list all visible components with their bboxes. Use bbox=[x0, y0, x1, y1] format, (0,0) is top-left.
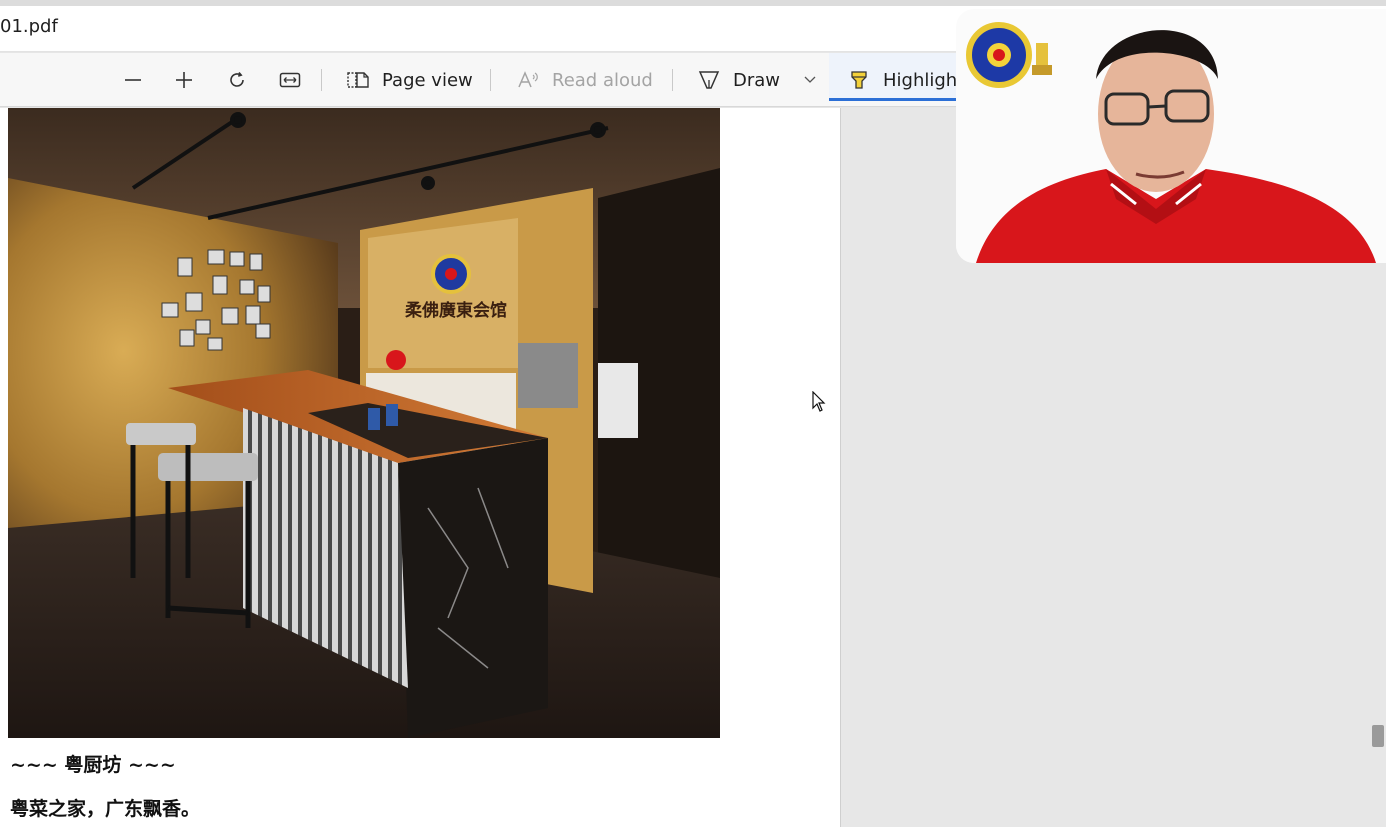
draw-label: Draw bbox=[733, 69, 781, 91]
draw-pen-icon bbox=[698, 71, 720, 89]
chevron-down-icon bbox=[804, 76, 816, 83]
page-view-label: Page view bbox=[382, 69, 473, 91]
read-aloud-label: Read aloud bbox=[552, 69, 653, 91]
draw-button[interactable]: Draw bbox=[697, 65, 780, 95]
page-view-button[interactable]: Page view bbox=[346, 65, 473, 95]
minus-icon bbox=[125, 79, 141, 81]
photo-plant-pot-1 bbox=[368, 408, 380, 430]
read-aloud-icon bbox=[518, 71, 538, 88]
video-logo-emblem bbox=[966, 22, 1032, 88]
highlighter-icon bbox=[851, 71, 867, 89]
highlight-label: Highligh bbox=[883, 69, 958, 91]
file-title: 01.pdf bbox=[0, 16, 58, 37]
doc-caption-heading: ~~~ 粤厨坊 ~~~ bbox=[10, 754, 176, 776]
fit-width-icon bbox=[279, 72, 301, 88]
vertical-scrollbar-thumb[interactable] bbox=[1372, 725, 1384, 747]
toolbar-separator bbox=[490, 69, 491, 91]
pdf-page: 柔佛廣東会馆 ~~~ 粤厨坊 ~~~ 粤菜之家，广东飘香。 bbox=[0, 108, 840, 827]
pdf-viewer-window: 01.pdf Page view Read aloud Draw Highlig… bbox=[0, 0, 1386, 827]
kitchen-photo: 柔佛廣東会馆 bbox=[8, 108, 720, 738]
photo-back-panel-glow bbox=[368, 218, 518, 368]
read-aloud-button[interactable]: Read aloud bbox=[516, 65, 653, 95]
mouse-pointer-icon bbox=[812, 390, 826, 417]
photo-oven bbox=[518, 343, 578, 408]
toolbar-separator bbox=[672, 69, 673, 91]
zoom-in-button[interactable] bbox=[169, 65, 199, 95]
highlight-button[interactable]: Highligh bbox=[829, 53, 969, 101]
fit-width-button[interactable] bbox=[275, 65, 305, 95]
photo-plant-pot-2 bbox=[386, 404, 398, 426]
rotate-icon bbox=[230, 71, 244, 87]
photo-sign-logo-center bbox=[445, 268, 457, 280]
toolbar-separator bbox=[321, 69, 322, 91]
photo-fridge bbox=[598, 363, 638, 438]
highlight-button-content: Highligh bbox=[847, 65, 957, 95]
photo-stool-seat-2 bbox=[158, 453, 258, 481]
zoom-out-button[interactable] bbox=[118, 65, 148, 95]
photo-stool-seat-1 bbox=[126, 423, 196, 445]
page-view-icon bbox=[347, 72, 369, 88]
webcam-video-overlay[interactable] bbox=[956, 9, 1386, 263]
plus-icon bbox=[176, 72, 192, 88]
draw-dropdown-button[interactable] bbox=[800, 65, 820, 95]
photo-red-bowl bbox=[386, 350, 406, 370]
photo-sign-text: 柔佛廣東会馆 bbox=[405, 300, 507, 321]
photo-island-marble bbox=[398, 438, 548, 738]
rotate-button[interactable] bbox=[222, 65, 252, 95]
doc-caption-text: 粤菜之家，广东飘香。 bbox=[10, 798, 201, 820]
